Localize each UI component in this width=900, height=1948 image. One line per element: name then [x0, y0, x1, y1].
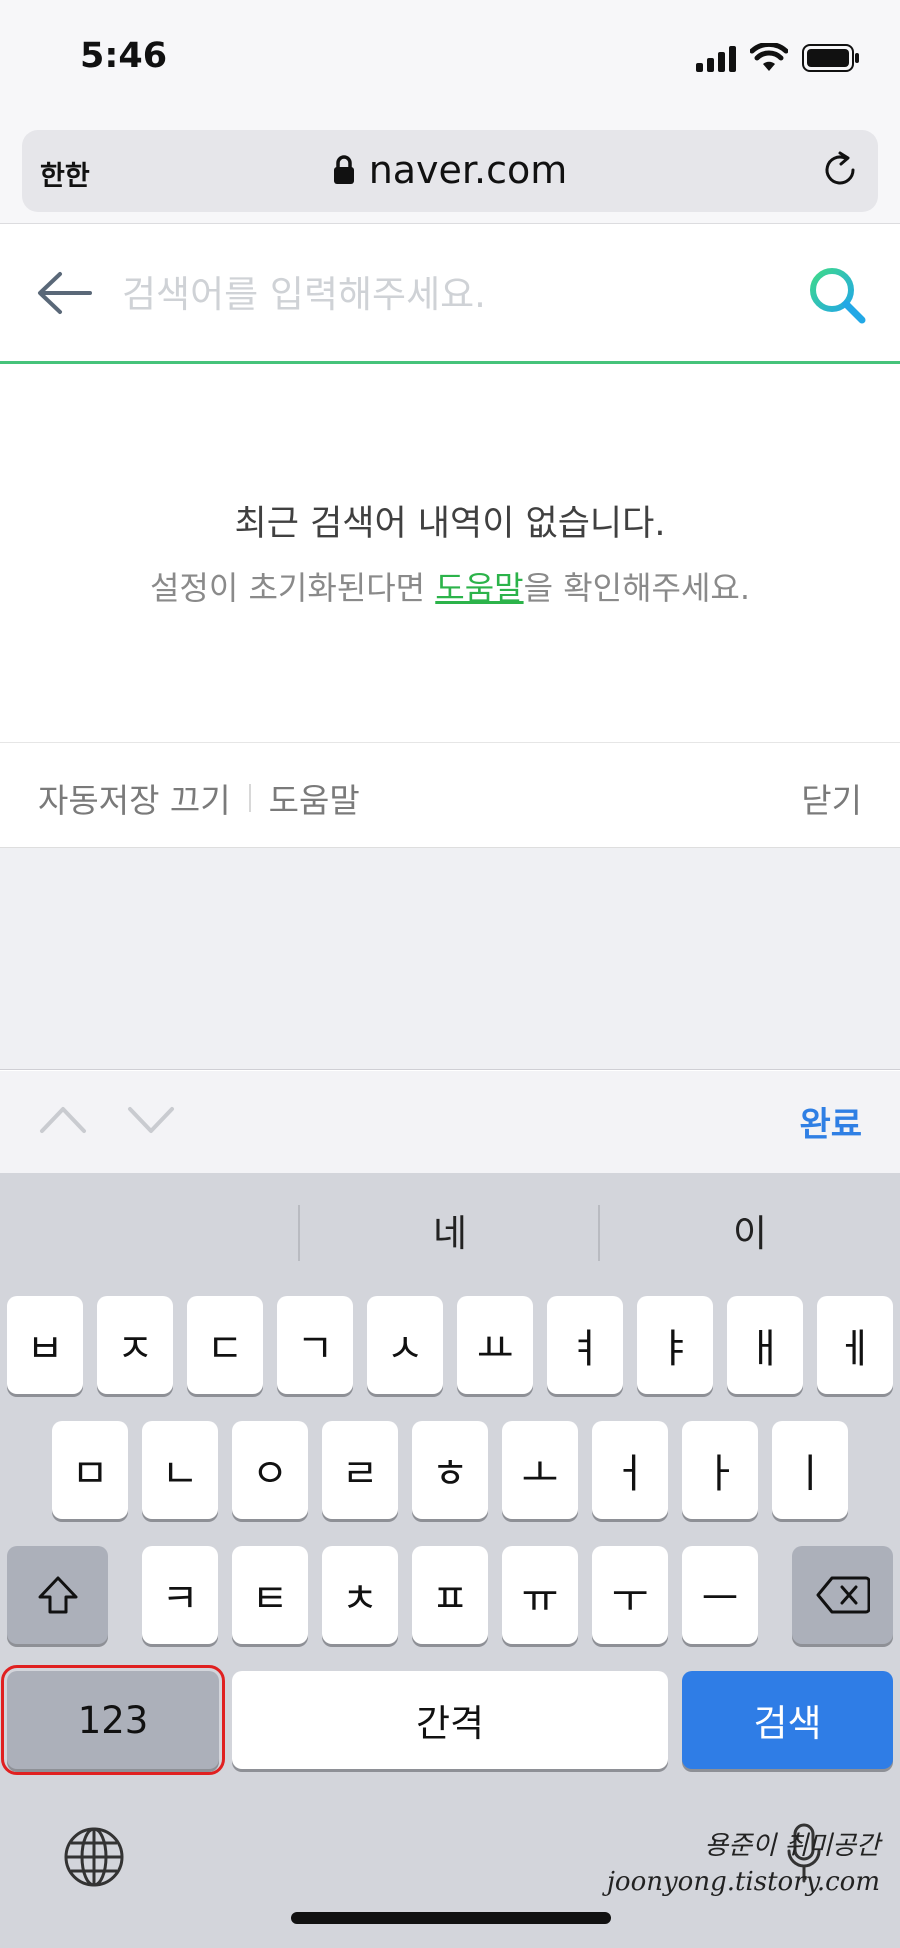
- key[interactable]: ㅐ: [727, 1296, 803, 1394]
- url-display[interactable]: naver.com: [22, 148, 878, 192]
- page-background: [0, 848, 900, 1070]
- watermark-line-1: 용준이 취미공간: [704, 1831, 880, 1861]
- options-divider: [248, 784, 251, 812]
- done-button[interactable]: 완료: [799, 1097, 862, 1146]
- back-arrow-icon[interactable]: [36, 270, 92, 316]
- key[interactable]: ㅣ: [772, 1421, 848, 1519]
- backspace-icon: [816, 1576, 870, 1614]
- key[interactable]: ㅋ: [142, 1546, 218, 1644]
- key[interactable]: ㄱ: [277, 1296, 353, 1394]
- search-options-row: 자동저장 끄기 도움말 닫기: [0, 744, 900, 848]
- chevron-down-icon[interactable]: [126, 1099, 176, 1139]
- watermark-line-2: joonyong.tistory.com: [606, 1867, 880, 1897]
- key[interactable]: ㅂ: [7, 1296, 83, 1394]
- key[interactable]: ㅑ: [637, 1296, 713, 1394]
- key[interactable]: ㅍ: [412, 1546, 488, 1644]
- key[interactable]: ㅇ: [232, 1421, 308, 1519]
- address-bar[interactable]: 한한 naver.com: [22, 130, 878, 212]
- lock-icon: [333, 155, 354, 184]
- search-key[interactable]: 검색: [682, 1671, 893, 1769]
- key[interactable]: ㄷ: [187, 1296, 263, 1394]
- key[interactable]: ㅓ: [592, 1421, 668, 1519]
- help-link[interactable]: 도움말: [435, 569, 523, 607]
- close-button[interactable]: 닫기: [801, 774, 862, 822]
- key[interactable]: ㅁ: [52, 1421, 128, 1519]
- recent-search-empty-state: 최근 검색어 내역이 없습니다. 설정이 초기화된다면 도움말을 확인해주세요.: [0, 367, 900, 743]
- help-button[interactable]: 도움말: [269, 774, 360, 822]
- empty-desc-after: 을 확인해주세요.: [523, 569, 751, 607]
- home-indicator: [291, 1912, 611, 1924]
- delete-key[interactable]: [792, 1546, 893, 1644]
- watermark: 용준이 취미공간 joonyong.tistory.com: [607, 1828, 880, 1900]
- key[interactable]: ㅈ: [97, 1296, 173, 1394]
- key[interactable]: ㅠ: [502, 1546, 578, 1644]
- shift-key[interactable]: [7, 1546, 108, 1644]
- chevron-up-icon[interactable]: [38, 1099, 88, 1139]
- key[interactable]: ㅕ: [547, 1296, 623, 1394]
- search-icon[interactable]: [806, 264, 870, 328]
- url-text: naver.com: [368, 148, 568, 192]
- empty-state-description: 설정이 초기화된다면 도움말을 확인해주세요.: [0, 563, 900, 609]
- key[interactable]: ㅔ: [817, 1296, 893, 1394]
- key[interactable]: ㅛ: [457, 1296, 533, 1394]
- empty-desc-before: 설정이 초기화된다면: [149, 569, 436, 607]
- key[interactable]: ㅡ: [682, 1546, 758, 1644]
- suggestion-2[interactable]: 네: [300, 1203, 600, 1257]
- key[interactable]: ㄹ: [322, 1421, 398, 1519]
- empty-state-title: 최근 검색어 내역이 없습니다.: [234, 504, 666, 544]
- search-input[interactable]: [122, 264, 762, 324]
- globe-icon[interactable]: [62, 1825, 126, 1889]
- search-header: [0, 224, 900, 364]
- battery-icon: [802, 44, 859, 72]
- suggestion-bar: 네 이: [0, 1173, 900, 1285]
- reload-icon[interactable]: [820, 150, 860, 190]
- key[interactable]: ㅜ: [592, 1546, 668, 1644]
- key[interactable]: ㄴ: [142, 1421, 218, 1519]
- wifi-icon: [750, 43, 788, 71]
- numbers-key[interactable]: 123: [1, 1665, 225, 1775]
- status-icons: [696, 40, 860, 76]
- space-key[interactable]: 간격: [232, 1671, 668, 1769]
- key[interactable]: ㅌ: [232, 1546, 308, 1644]
- browser-toolbar: 한한 naver.com: [0, 112, 900, 224]
- cellular-signal-icon: [696, 44, 736, 72]
- autosave-off-button[interactable]: 자동저장 끄기: [38, 774, 231, 822]
- key[interactable]: ㅊ: [322, 1546, 398, 1644]
- key[interactable]: ㅗ: [502, 1421, 578, 1519]
- options-left: 자동저장 끄기 도움말: [38, 774, 360, 822]
- key[interactable]: ㅏ: [682, 1421, 758, 1519]
- form-accessory-bar: 완료: [0, 1071, 900, 1173]
- status-bar: 5:46: [0, 0, 900, 112]
- key[interactable]: ㅎ: [412, 1421, 488, 1519]
- key[interactable]: ㅅ: [367, 1296, 443, 1394]
- shift-icon: [38, 1576, 77, 1614]
- status-time: 5:46: [80, 36, 168, 76]
- suggestion-3[interactable]: 이: [600, 1203, 900, 1257]
